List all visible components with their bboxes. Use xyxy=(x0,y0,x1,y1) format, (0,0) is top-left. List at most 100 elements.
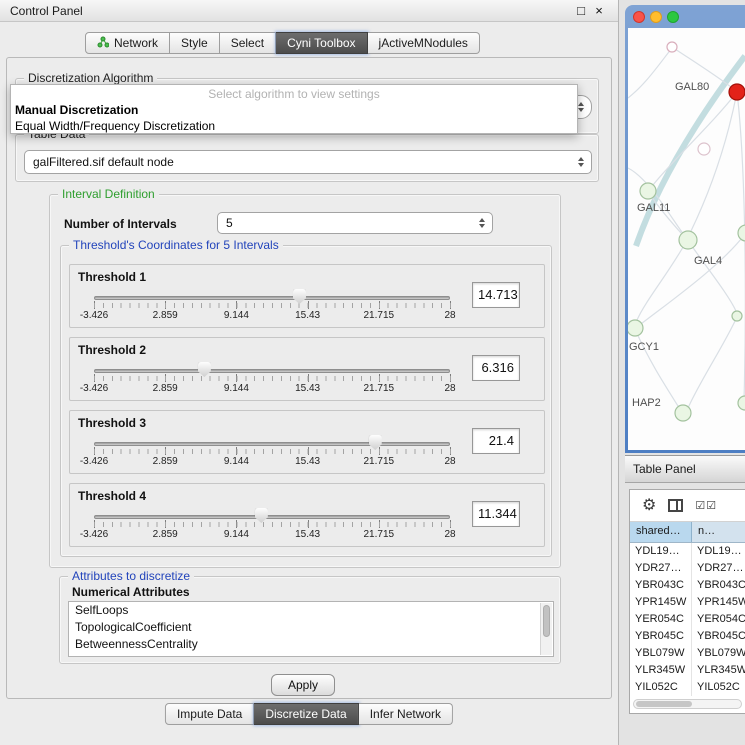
network-edge[interactable] xyxy=(691,92,737,231)
tab-jactivemnodules[interactable]: jActiveMNodules xyxy=(368,32,480,54)
slider-thumb[interactable] xyxy=(293,289,306,304)
table-cell[interactable]: YBR045C xyxy=(630,628,692,645)
table-cell[interactable]: YER054C xyxy=(630,611,692,628)
threshold-value-field[interactable]: 11.344 xyxy=(472,501,520,527)
scrollbar-thumb[interactable] xyxy=(543,605,550,637)
list-item[interactable]: TopologicalCoefficient xyxy=(69,619,553,636)
table-cell[interactable]: YIL052C xyxy=(630,679,692,696)
numerical-attributes-list[interactable]: SelfLoopsTopologicalCoefficientBetweenne… xyxy=(68,601,554,657)
slider-track[interactable] xyxy=(94,442,450,446)
table-row[interactable]: YBR045CYBR045C xyxy=(630,628,745,645)
apply-button[interactable]: Apply xyxy=(271,674,335,696)
network-edge[interactable] xyxy=(653,92,737,185)
tab-infer-network[interactable]: Infer Network xyxy=(359,703,453,725)
network-node[interactable] xyxy=(732,311,742,321)
network-node[interactable] xyxy=(698,143,710,155)
list-scrollbar[interactable] xyxy=(540,603,552,655)
table-row[interactable]: YDR27…YDR27… xyxy=(630,560,745,577)
slider-thumb[interactable] xyxy=(198,362,211,377)
node-label: GCY1 xyxy=(629,341,659,353)
popup-option-manual-discretization[interactable]: Manual Discretization xyxy=(11,102,577,118)
table-cell[interactable]: YLR345W xyxy=(630,662,692,679)
network-node[interactable] xyxy=(640,183,656,199)
float-window-icon[interactable]: □ xyxy=(572,3,590,18)
table-cell[interactable]: YLR345W xyxy=(692,662,745,679)
minimize-traffic-light-icon[interactable] xyxy=(650,11,662,23)
tab-cyni-toolbox[interactable]: Cyni Toolbox xyxy=(276,32,367,54)
tab-network[interactable]: Network xyxy=(85,32,170,54)
list-item[interactable]: BetweennessCentrality xyxy=(69,636,553,653)
window-title: Control Panel xyxy=(10,4,572,18)
tab-impute-data[interactable]: Impute Data xyxy=(165,703,254,725)
table-row[interactable]: YPR145WYPR145W xyxy=(630,594,745,611)
scrollbar-thumb[interactable] xyxy=(636,701,692,707)
table-panel-header[interactable]: Table Panel xyxy=(625,455,745,483)
slider-track[interactable] xyxy=(94,369,450,373)
number-of-intervals-select[interactable]: 5 xyxy=(217,212,493,234)
threshold-value-field[interactable]: 21.4 xyxy=(472,428,520,454)
columns-icon[interactable] xyxy=(668,499,683,512)
network-node[interactable] xyxy=(738,396,745,410)
table-cell[interactable]: YDR27… xyxy=(692,560,745,577)
table-row[interactable]: YBR043CYBR043C xyxy=(630,577,745,594)
table-cell[interactable]: YBL079W xyxy=(692,645,745,662)
tick-label: 28 xyxy=(444,529,455,540)
tab-style[interactable]: Style xyxy=(170,32,220,54)
table-cell[interactable]: YPR145W xyxy=(692,594,745,611)
select-columns-icon[interactable]: ☑☑ xyxy=(695,499,717,512)
table-cell[interactable]: YBL079W xyxy=(630,645,692,662)
table-data-select[interactable]: galFiltered.sif default node xyxy=(24,150,592,174)
threshold-4-panel: Threshold 4 -3.4262.8599.14415.4321.7152… xyxy=(69,483,545,547)
node-label: GAL11 xyxy=(637,202,670,214)
list-item[interactable]: SelfLoops xyxy=(69,602,553,619)
slider-track[interactable] xyxy=(94,515,450,519)
network-edge[interactable] xyxy=(737,92,745,400)
table-cell[interactable]: YPR145W xyxy=(630,594,692,611)
close-traffic-light-icon[interactable] xyxy=(633,11,645,23)
group-label: Attributes to discretize xyxy=(68,569,194,583)
table-cell[interactable]: YDR27… xyxy=(630,560,692,577)
tick-label: 28 xyxy=(444,383,455,394)
tick-label: 9.144 xyxy=(224,310,249,321)
network-node[interactable] xyxy=(729,84,745,100)
network-node[interactable] xyxy=(628,320,643,336)
tick-label: 21.715 xyxy=(364,383,395,394)
table-cell[interactable]: YBR043C xyxy=(630,577,692,594)
network-canvas[interactable]: GAL80GAL11GAL4GCY1HAP2 xyxy=(628,28,745,450)
threshold-value-field[interactable]: 6.316 xyxy=(472,355,520,381)
table-cell[interactable]: YIL052C xyxy=(692,679,745,696)
table-cell[interactable]: YBR043C xyxy=(692,577,745,594)
table-row[interactable]: YIL052CYIL052C xyxy=(630,679,745,696)
gear-icon[interactable]: ⚙ xyxy=(642,498,656,514)
column-header-name[interactable]: n… xyxy=(692,522,745,542)
popup-option-equal-width-frequency[interactable]: Equal Width/Frequency Discretization xyxy=(11,118,577,134)
horizontal-scrollbar[interactable] xyxy=(633,699,742,709)
table-row[interactable]: YLR345WYLR345W xyxy=(630,662,745,679)
tick-label: -3.426 xyxy=(80,456,108,467)
close-window-icon[interactable]: × xyxy=(590,3,608,18)
network-node[interactable] xyxy=(675,405,691,421)
threshold-value-field[interactable]: 14.713 xyxy=(472,282,520,308)
threshold-label: Threshold 1 xyxy=(78,270,146,284)
table-row[interactable]: YER054CYER054C xyxy=(630,611,745,628)
table-row[interactable]: YDL19…YDL19… xyxy=(630,543,745,560)
tab-discretize-data[interactable]: Discretize Data xyxy=(254,703,358,725)
slider-track[interactable] xyxy=(94,296,450,300)
network-node[interactable] xyxy=(679,231,697,249)
column-header-shared-name[interactable]: shared… xyxy=(630,522,692,542)
table-cell[interactable]: YER054C xyxy=(692,611,745,628)
table-cell[interactable]: YDL19… xyxy=(630,543,692,560)
tab-select[interactable]: Select xyxy=(220,32,276,54)
table-cell[interactable]: YDL19… xyxy=(692,543,745,560)
network-edge[interactable] xyxy=(628,48,672,98)
network-edge[interactable] xyxy=(688,317,737,408)
zoom-traffic-light-icon[interactable] xyxy=(667,11,679,23)
interval-definition-group: Interval Definition Number of Intervals … xyxy=(49,194,561,568)
slider-thumb[interactable] xyxy=(255,508,268,523)
control-panel-titlebar: Control Panel □ × xyxy=(0,0,618,22)
network-node[interactable] xyxy=(738,225,745,241)
table-cell[interactable]: YBR045C xyxy=(692,628,745,645)
attributes-to-discretize-group: Attributes to discretize Numerical Attri… xyxy=(59,576,561,664)
network-node[interactable] xyxy=(667,42,677,52)
table-row[interactable]: YBL079WYBL079W xyxy=(630,645,745,662)
